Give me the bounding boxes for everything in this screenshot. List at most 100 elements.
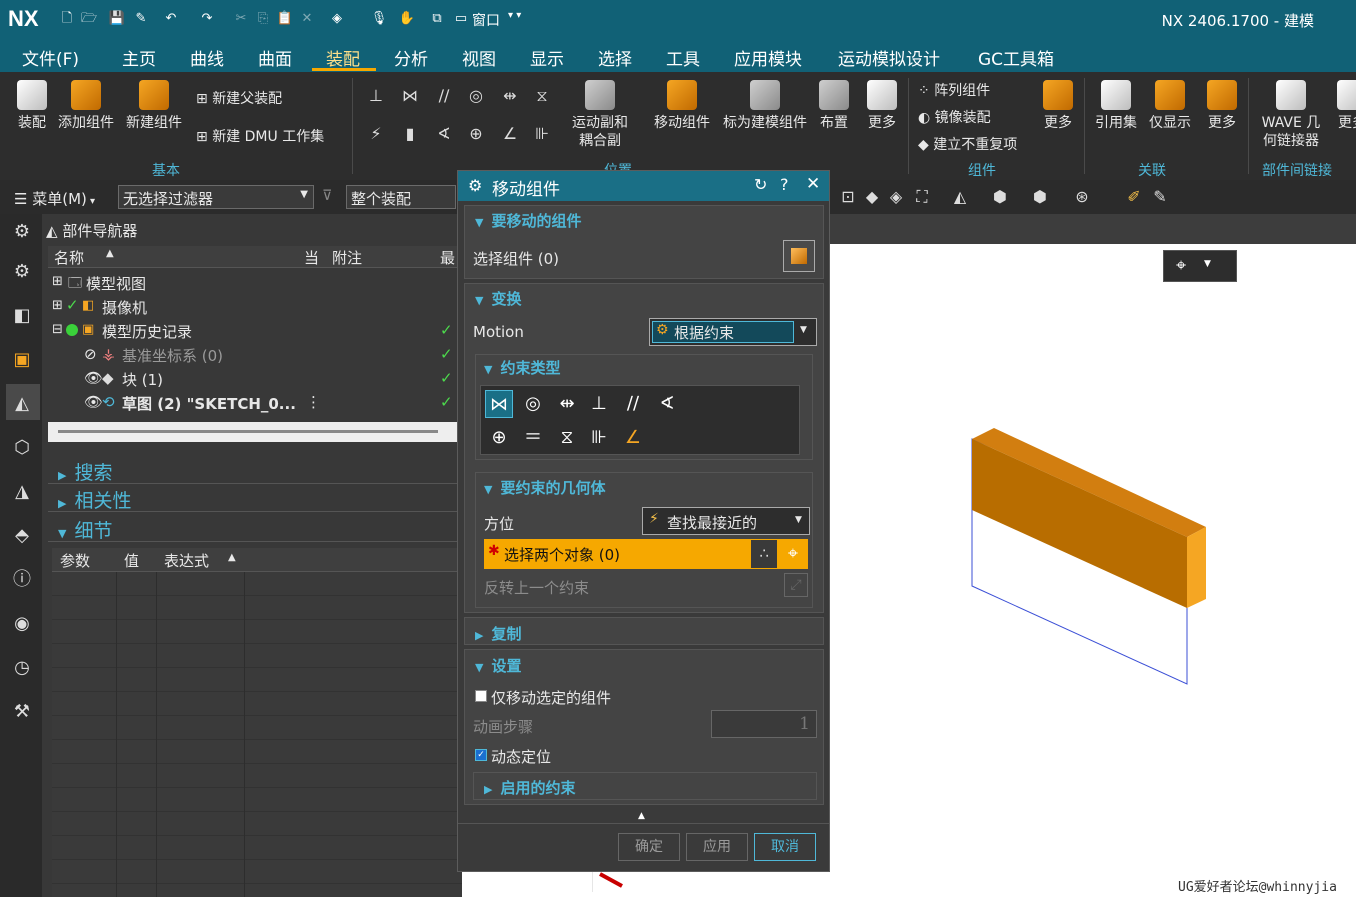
cut-icon[interactable]: ✂ <box>232 10 250 28</box>
constraint-icon-1[interactable]: ⊥ <box>366 86 386 106</box>
fit-icon[interactable]: ⧖ <box>553 424 581 452</box>
wave-more-button[interactable]: 更多 <box>1332 80 1356 132</box>
menu-analysis[interactable]: 分析 <box>394 45 428 70</box>
new-file-icon[interactable]: 🗋 <box>58 10 76 28</box>
tree-row-sketch[interactable]: 👁 ⟲ 草图 (2) "SKETCH_0... ⋮ ✓ <box>48 392 462 416</box>
section-components-header[interactable]: ▼ 要移动的组件 <box>475 210 581 231</box>
tools-icon[interactable]: ⚒ <box>10 700 34 724</box>
eye-icon[interactable]: 👁 <box>84 369 103 387</box>
wave-linker-button[interactable]: WAVE 几 何链接器 <box>1254 80 1328 150</box>
tree-row-block[interactable]: 👁 ◆ 块 (1) ✓ <box>48 368 462 392</box>
align-lock-icon[interactable]: ⊕ <box>485 424 513 452</box>
select-component-button[interactable] <box>783 240 815 272</box>
reverse-constraint-button[interactable]: ⤢ <box>784 573 808 597</box>
new-dmu-button[interactable]: ⊞ 新建 DMU 工作集 <box>196 126 324 146</box>
assembly-button[interactable]: 装配 <box>10 80 54 132</box>
hd3d-icon[interactable]: ⬡ <box>10 436 34 460</box>
constraint-icon-2[interactable]: ⋈ <box>400 86 420 106</box>
assembly-navigator-icon[interactable]: ⚙ <box>10 260 34 284</box>
dynamic-position-checkbox[interactable]: ✓ <box>475 749 487 761</box>
save-as-icon[interactable]: ✎ <box>132 10 150 28</box>
angle-icon[interactable]: ∠ <box>619 424 647 452</box>
web-browser-icon[interactable]: ◮ <box>10 480 34 504</box>
equal-icon[interactable]: ＝ <box>519 424 547 452</box>
menu-tools[interactable]: 工具 <box>666 45 700 70</box>
center-icon[interactable]: ⊪ <box>585 424 613 452</box>
type-filter-select[interactable]: 无选择过滤器 ▼ <box>118 185 314 209</box>
fix-icon[interactable]: ⊥ <box>585 390 613 418</box>
column-parameter[interactable]: 参数 <box>60 550 90 571</box>
menu-view[interactable]: 视图 <box>462 45 496 70</box>
section-transform-header[interactable]: ▼ 变换 <box>475 288 521 309</box>
scrollbar-thumb[interactable] <box>58 430 438 433</box>
motion-select[interactable]: ⚙ 根据约束 ▼ <box>649 318 817 346</box>
section-settings-header[interactable]: ▼ 设置 <box>475 655 521 676</box>
tree-row-datum-csys[interactable]: ⊘ ⚶ 基准坐标系 (0) ✓ <box>48 344 462 368</box>
menu-gc-toolbox[interactable]: GC工具箱 <box>978 45 1054 70</box>
undo-icon[interactable]: ↶ <box>162 10 180 28</box>
shaded-edges-icon[interactable]: ⬢ <box>1030 187 1050 207</box>
relation-more-button[interactable]: 更多 <box>1202 80 1242 132</box>
render-icon[interactable]: ◭ <box>950 187 970 207</box>
parallel-icon[interactable]: ∕∕ <box>619 390 647 418</box>
motion-pair-button[interactable]: 运动副和 耦合副 <box>564 80 636 150</box>
part-navigator-icon[interactable]: ▣ <box>10 348 34 372</box>
show-only-button[interactable]: 仅显示 <box>1144 80 1196 132</box>
collapse-icon[interactable]: ▲ <box>638 811 645 821</box>
menu-home[interactable]: 主页 <box>122 45 156 70</box>
column-expression[interactable]: 表达式 <box>164 550 209 571</box>
scope-select[interactable]: 整个装配 <box>346 185 456 209</box>
section-enabled-constraints-header[interactable]: ▶ 启用的约束 <box>484 777 575 798</box>
section-details[interactable]: ▼ 细节 <box>48 516 462 542</box>
info-icon[interactable]: ⓘ <box>10 568 34 592</box>
system-materials-icon[interactable]: ◉ <box>10 612 34 636</box>
paste-icon[interactable]: 📋 <box>276 10 294 28</box>
section-search[interactable]: ▶ 搜索 <box>48 458 462 484</box>
constraint-navigator-icon[interactable]: ◧ <box>10 304 34 328</box>
only-selected-checkbox[interactable] <box>475 690 487 702</box>
help-icon[interactable]: ? <box>780 175 789 194</box>
select-two-objects-field[interactable]: ✱ 选择两个对象 (0) <box>484 539 750 569</box>
reuse-library-icon[interactable]: ◭ <box>10 392 34 416</box>
section-icon[interactable]: ⊛ <box>1072 187 1092 207</box>
brush-icon[interactable]: ✐ <box>1124 187 1144 207</box>
switch-window-icon[interactable]: ⧉ <box>428 10 446 28</box>
ok-button[interactable]: 确定 <box>618 833 680 861</box>
animation-steps-input[interactable]: 1 <box>711 710 817 738</box>
copy-icon[interactable]: ⎘ <box>254 10 272 28</box>
save-icon[interactable]: 💾 <box>108 10 126 28</box>
apply-button[interactable]: 应用 <box>686 833 748 861</box>
filter-icon[interactable]: ⊽ <box>322 188 332 204</box>
menu-curve[interactable]: 曲线 <box>190 45 224 70</box>
inferred-point-button[interactable]: ⌖ <box>778 539 808 569</box>
shaded-icon[interactable]: ⬢ <box>990 187 1010 207</box>
constraint-icon-12[interactable]: ⊪ <box>532 124 552 144</box>
new-parent-assembly-button[interactable]: ⊞ 新建父装配 <box>196 88 282 108</box>
column-value[interactable]: 值 <box>124 550 139 571</box>
menu-motion-simulation[interactable]: 运动模拟设计 <box>838 45 940 70</box>
constraint-icon-3[interactable]: ∕∕ <box>434 86 454 106</box>
section-dependencies[interactable]: ▶ 相关性 <box>48 486 462 512</box>
window-icon[interactable]: ▭ <box>452 10 470 28</box>
column-notes[interactable]: 附注 <box>332 247 362 268</box>
tree-row-model-history[interactable]: ⊟ ▣ 模型历史记录 ✓ <box>48 320 462 344</box>
array-component-button[interactable]: ⁘ 阵列组件 <box>918 80 990 100</box>
orientation-select[interactable]: ⚡ 查找最接近的 ▼ <box>642 507 810 535</box>
constraint-icon-5[interactable]: ⇹ <box>500 86 520 106</box>
distance-icon[interactable]: ⇹ <box>553 390 581 418</box>
mirror-assembly-button[interactable]: ◐ 镜像装配 <box>918 107 991 127</box>
constraint-icon-8[interactable]: ▮ <box>400 124 420 144</box>
clock-icon[interactable]: ◷ <box>10 656 34 680</box>
touch-align-icon[interactable]: ⋈ <box>485 390 513 418</box>
view-icon-3[interactable]: ◈ <box>886 187 906 207</box>
menu-surface[interactable]: 曲面 <box>258 45 292 70</box>
new-component-button[interactable]: 新建组件 <box>122 80 186 132</box>
position-more-button[interactable]: 更多 <box>862 80 902 132</box>
view-icon-1[interactable]: ⊡ <box>838 187 858 207</box>
constraint-icon-11[interactable]: ∠ <box>500 124 520 144</box>
column-current[interactable]: 当 <box>304 247 319 268</box>
constraint-icon-6[interactable]: ⧖ <box>532 86 552 106</box>
window-menu[interactable]: 窗口 <box>472 10 500 30</box>
perpendicular-icon[interactable]: ∢ <box>653 390 681 418</box>
eye-icon[interactable]: 👁 <box>84 393 103 411</box>
